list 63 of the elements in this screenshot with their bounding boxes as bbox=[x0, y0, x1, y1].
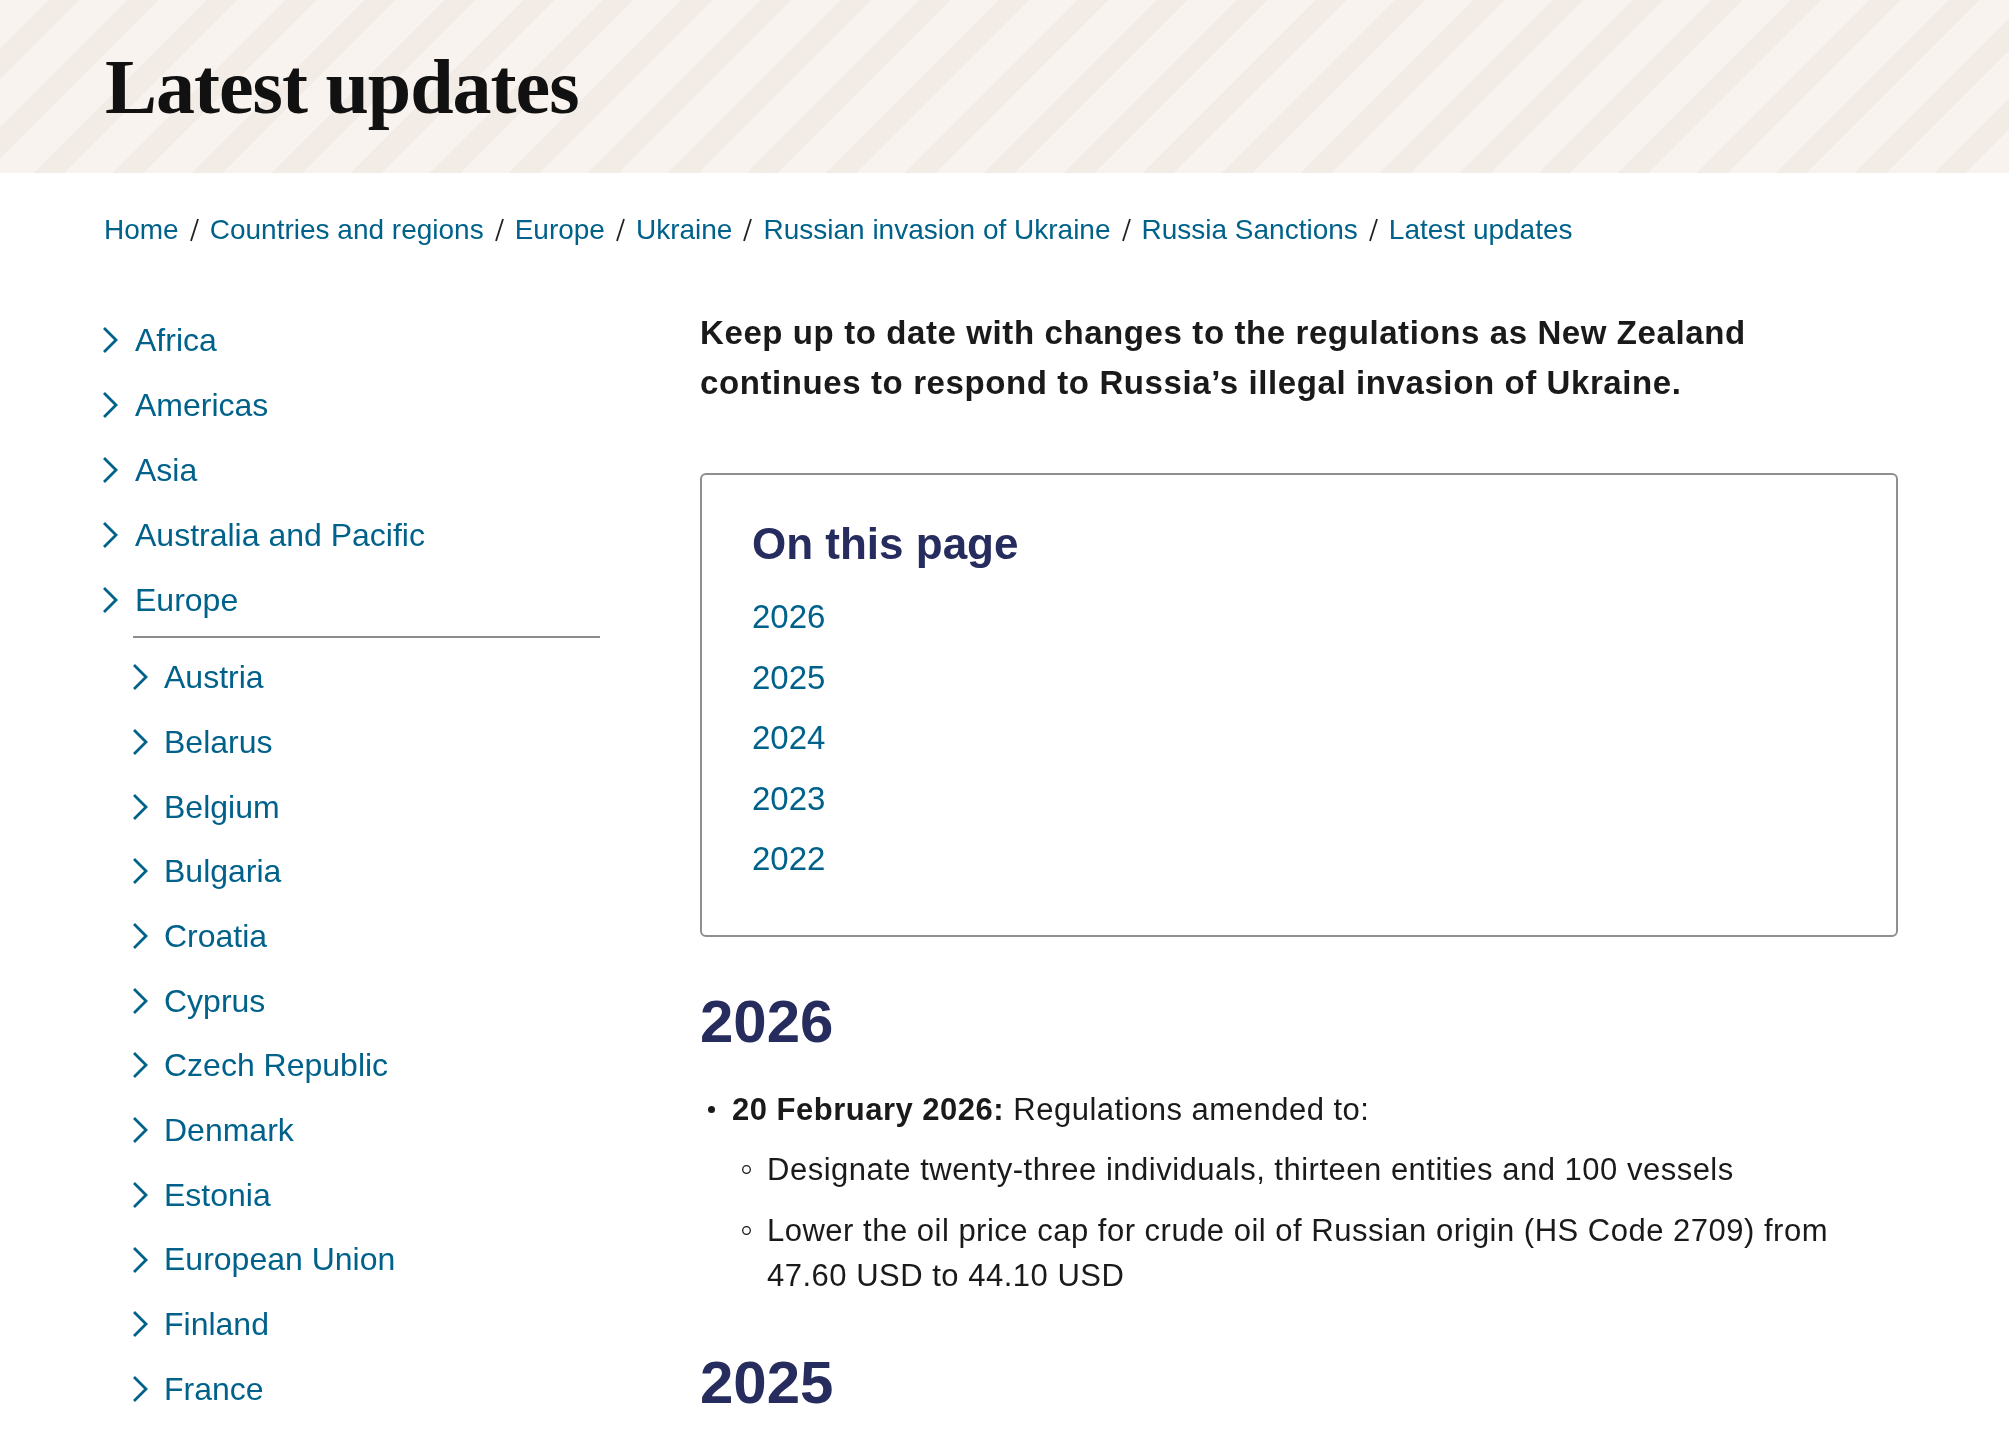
sidebar-link[interactable]: Belgium bbox=[133, 787, 280, 826]
breadcrumb-link[interactable]: Ukraine bbox=[635, 213, 733, 247]
breadcrumb-link[interactable]: Russia Sanctions bbox=[1141, 213, 1358, 247]
chevron-right-icon bbox=[133, 1117, 148, 1144]
chevron-right-icon bbox=[133, 1311, 148, 1338]
sidebar-link[interactable]: Africa bbox=[103, 321, 217, 360]
slash-icon bbox=[615, 218, 625, 242]
chevron-right-icon bbox=[133, 923, 148, 950]
breadcrumb-link[interactable]: Europe bbox=[514, 213, 605, 247]
breadcrumb-link[interactable]: Countries and regions bbox=[209, 213, 484, 247]
list-item-text: Lower the oil price cap for crude oil of Russian origin (HS Code 2709) from 47.60 USD to 44.10 USD bbox=[767, 1211, 1829, 1295]
sidebar-link[interactable]: Bulgaria bbox=[133, 852, 282, 891]
sidebar-link[interactable]: Denmark bbox=[133, 1110, 294, 1150]
sidebar-link[interactable]: Estonia bbox=[133, 1175, 271, 1215]
sidebar-link[interactable]: Croatia bbox=[133, 916, 268, 956]
toc-link[interactable]: 2022 bbox=[752, 839, 826, 880]
chevron-right-icon bbox=[133, 729, 148, 755]
sidebar-link[interactable]: European Union bbox=[133, 1240, 396, 1279]
sidebar-link[interactable]: Americas bbox=[103, 386, 269, 425]
toc-link[interactable]: 2025 bbox=[752, 657, 826, 698]
chevron-right-icon bbox=[133, 1246, 148, 1273]
chevron-right-icon bbox=[133, 858, 148, 885]
slash-icon bbox=[189, 218, 199, 242]
sidebar-link[interactable]: Belarus bbox=[133, 722, 273, 762]
breadcrumb-link[interactable]: Home bbox=[104, 213, 179, 247]
chevron-right-icon bbox=[133, 1052, 148, 1079]
sidebar-link[interactable]: France bbox=[133, 1369, 264, 1409]
section-heading: 2025 bbox=[700, 1347, 834, 1418]
chevron-right-icon bbox=[133, 1375, 148, 1402]
slash-icon bbox=[1368, 218, 1378, 242]
bullet-circle-icon bbox=[742, 1225, 751, 1235]
sidebar-link[interactable]: Czech Republic bbox=[133, 1046, 389, 1085]
toc-heading: On this page bbox=[752, 518, 1019, 570]
chevron-right-icon bbox=[103, 457, 118, 484]
chevron-right-icon bbox=[133, 1181, 148, 1208]
chevron-right-icon bbox=[133, 987, 148, 1014]
slash-icon bbox=[1121, 218, 1131, 242]
sidebar-link[interactable]: Europe bbox=[103, 581, 239, 620]
section-heading: 2026 bbox=[700, 986, 834, 1057]
toc-link[interactable]: 2026 bbox=[752, 597, 826, 638]
chevron-right-icon bbox=[103, 587, 118, 614]
chevron-right-icon bbox=[133, 664, 148, 691]
chevron-right-icon bbox=[103, 522, 118, 549]
toc-link[interactable]: 2023 bbox=[752, 778, 826, 819]
toc-link[interactable]: 2024 bbox=[752, 718, 826, 759]
bullet-dot-icon bbox=[708, 1105, 715, 1113]
intro-text: Keep up to date with changes to the regulations as New Zealand continues to respond to Russia’s illegal invasion of Ukraine. bbox=[700, 313, 1747, 403]
sidebar-link[interactable]: Austria bbox=[133, 658, 264, 697]
chevron-right-icon bbox=[103, 327, 118, 354]
sidebar-link[interactable]: Asia bbox=[103, 451, 198, 490]
list-item-text: Designate twenty-three individuals, thirteen entities and 100 vessels bbox=[767, 1151, 1734, 1189]
bullet-circle-icon bbox=[742, 1165, 751, 1174]
breadcrumb-link[interactable]: Russian invasion of Ukraine bbox=[763, 213, 1111, 247]
sidebar-link[interactable]: Cyprus bbox=[133, 981, 266, 1020]
slash-icon bbox=[743, 218, 753, 242]
slash-icon bbox=[494, 218, 504, 242]
sidebar-link[interactable]: Australia and Pacific bbox=[103, 516, 425, 555]
list-item-text: 20 February 2026: Regulations amended to: bbox=[732, 1090, 1370, 1129]
sidebar-link[interactable]: Finland bbox=[133, 1305, 269, 1344]
chevron-right-icon bbox=[133, 793, 148, 820]
chevron-right-icon bbox=[103, 392, 118, 419]
page-title: Latest updates bbox=[105, 41, 579, 132]
breadcrumb-link[interactable]: Latest updates bbox=[1388, 213, 1573, 247]
